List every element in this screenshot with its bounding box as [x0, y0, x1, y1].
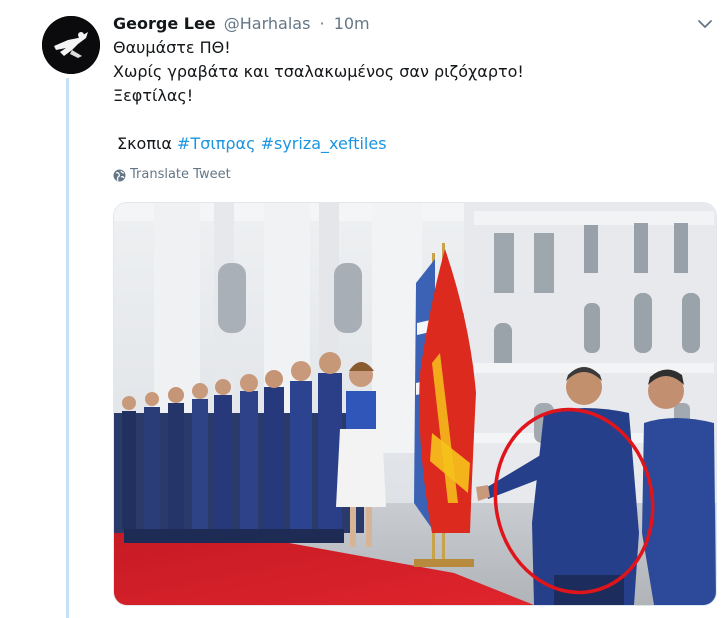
tweet-text-line: Ξεφτίλας! [113, 86, 194, 105]
tweet-content: George Lee @Harhalas · 10m Θαυμάστε ΠΘ! … [113, 12, 713, 184]
author-name[interactable]: George Lee [113, 14, 216, 33]
photo-illustration [114, 203, 716, 605]
hashtag-link[interactable]: #syriza_xeftiles [261, 134, 387, 153]
tweet-timestamp[interactable]: 10m [334, 14, 370, 33]
thread-line [66, 78, 69, 618]
tweet-photo[interactable] [113, 202, 717, 606]
tweet-header: George Lee @Harhalas · 10m [113, 12, 713, 36]
tweet-text: Θαυμάστε ΠΘ! Χωρίς γραβάτα και τσαλακωμέ… [113, 36, 713, 156]
tweet-text-line: Χωρίς γραβάτα και τσαλακωμένος σαν ριζόχ… [113, 62, 524, 81]
author-handle[interactable]: @Harhalas [224, 14, 311, 33]
translate-tweet-button[interactable]: Translate Tweet [113, 166, 713, 184]
more-options-button[interactable] [697, 16, 713, 32]
tweet-text-line: Σκοπια #Τσιπρας #syriza_xeftiles [113, 132, 713, 156]
avatar[interactable] [42, 16, 100, 74]
chevron-down-icon [698, 20, 712, 28]
separator-dot: · [319, 14, 325, 33]
translate-label: Translate Tweet [130, 167, 231, 182]
avatar-image [42, 16, 100, 74]
location-word: Σκοπια [117, 134, 172, 153]
globe-icon [113, 169, 126, 182]
hashtag-link[interactable]: #Τσιπρας [177, 134, 255, 153]
tweet-text-line: Θαυμάστε ΠΘ! [113, 38, 231, 57]
tweet-text-blank-line [113, 108, 713, 132]
